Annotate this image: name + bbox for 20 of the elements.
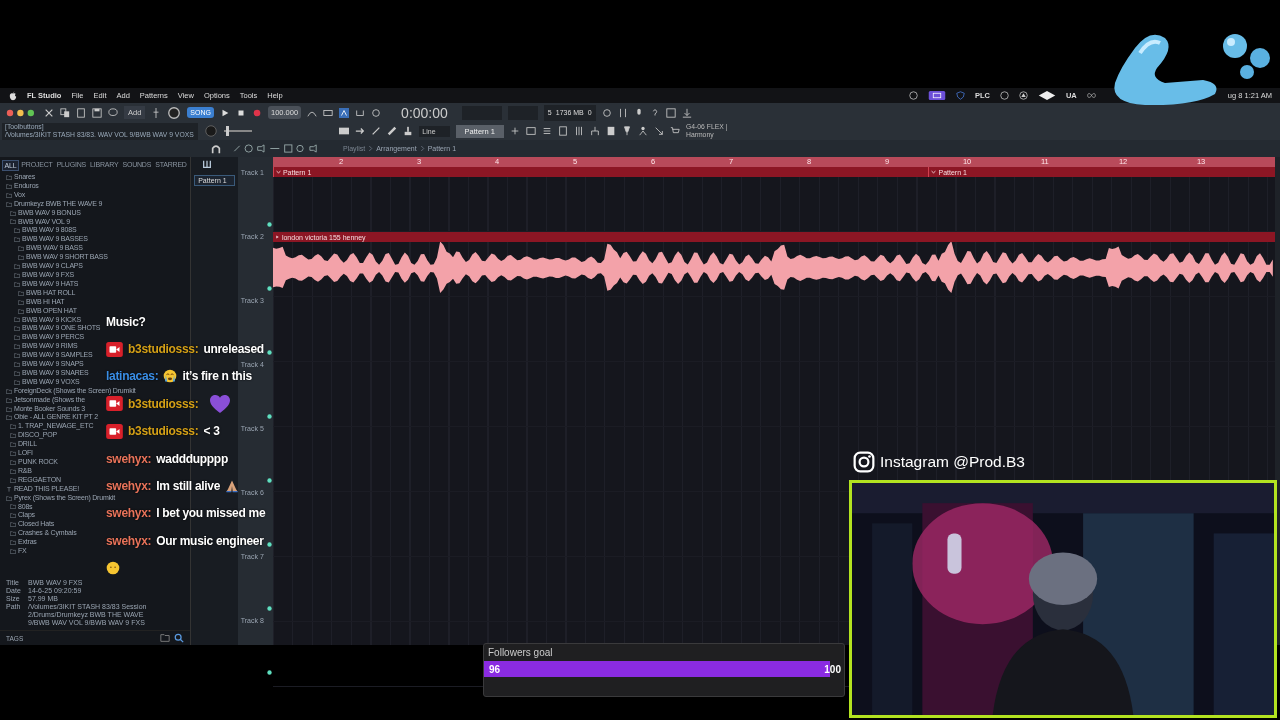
chat-message-text: Im still alive	[156, 480, 221, 493]
time-display: 0:00:00	[401, 104, 448, 121]
goal-current: 96	[489, 663, 501, 675]
chat-message-text: it’s fire n this	[182, 370, 252, 383]
chat-message-text: Music?	[106, 315, 146, 328]
chat-username: swehyx:	[106, 534, 152, 547]
chat-username: latinacas:	[106, 370, 159, 383]
chat-username: swehyx:	[106, 452, 152, 465]
chat-username: b3studiosss:	[128, 397, 199, 410]
goal-title: Followers goal	[487, 646, 554, 660]
chat-username: swehyx:	[106, 480, 152, 493]
chat-message-text: I bet you missed me	[156, 507, 266, 520]
chat-username: b3studiosss:	[128, 343, 199, 356]
chat-username: swehyx:	[106, 507, 152, 520]
chat-username: b3studiosss:	[128, 425, 199, 438]
chat-message-text: wadddupppp	[156, 452, 228, 465]
instagram-handle: Instagram @Prod.B3	[880, 453, 1025, 471]
chat-message-text: Our music engineer	[156, 534, 264, 547]
chat-message-text: unreleased	[203, 343, 264, 356]
chat-message-text: < 3	[203, 425, 220, 438]
